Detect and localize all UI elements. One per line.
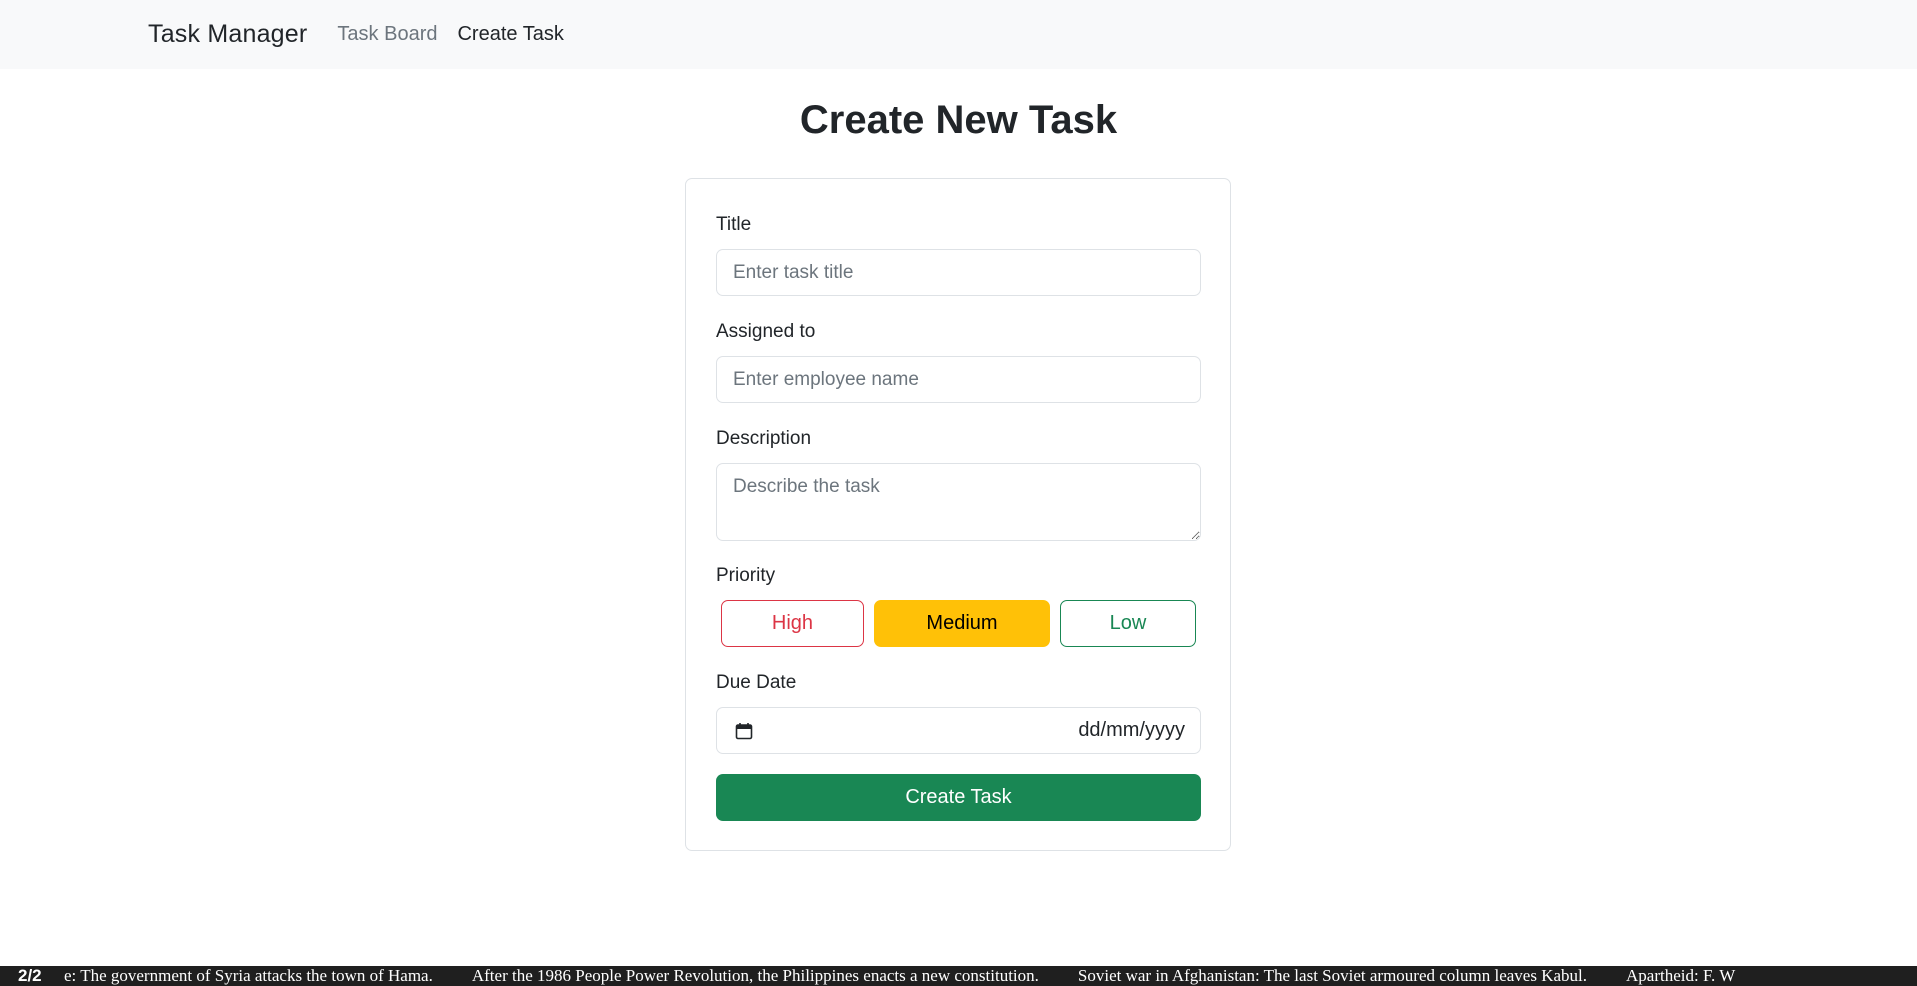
create-task-button[interactable]: Create Task — [716, 774, 1201, 821]
priority-low-button[interactable]: Low — [1060, 600, 1196, 647]
ticker-item: After the 1986 People Power Revolution, … — [471, 966, 1039, 985]
assigned-to-input[interactable] — [716, 356, 1201, 403]
page-title: Create New Task — [799, 98, 1118, 142]
navbar-brand[interactable]: Task Manager — [148, 20, 307, 49]
ticker-count: 2/2 — [18, 966, 42, 985]
calendar-icon[interactable] — [735, 722, 753, 740]
create-task-form: Title Assigned to Description Priority H… — [685, 178, 1231, 851]
priority-label: Priority — [716, 565, 776, 586]
ticker-item: e: The government of Syria attacks the t… — [64, 966, 433, 985]
nav-link-create-task[interactable]: Create Task — [457, 23, 563, 46]
ticker-track: e: The government of Syria attacks the t… — [64, 966, 1774, 986]
title-label: Title — [716, 214, 752, 235]
news-ticker: 2/2 e: The government of Syria attacks t… — [0, 966, 1917, 986]
priority-medium-button[interactable]: Medium — [874, 600, 1050, 647]
ticker-item: Apartheid: F. W — [1626, 966, 1736, 985]
priority-high-button[interactable]: High — [721, 600, 864, 647]
nav-link-task-board[interactable]: Task Board — [337, 23, 437, 46]
navbar: Task Manager Task Board Create Task — [0, 0, 1917, 69]
description-label: Description — [716, 428, 812, 449]
title-input[interactable] — [716, 249, 1201, 296]
due-date-label: Due Date — [716, 672, 797, 693]
due-date-placeholder: dd/mm/yyyy — [1078, 719, 1185, 741]
description-textarea[interactable] — [716, 463, 1201, 541]
ticker-item: Soviet war in Afghanistan: The last Sovi… — [1077, 966, 1588, 985]
due-date-input[interactable]: dd/mm/yyyy — [716, 707, 1201, 754]
assigned-to-label: Assigned to — [716, 321, 816, 342]
